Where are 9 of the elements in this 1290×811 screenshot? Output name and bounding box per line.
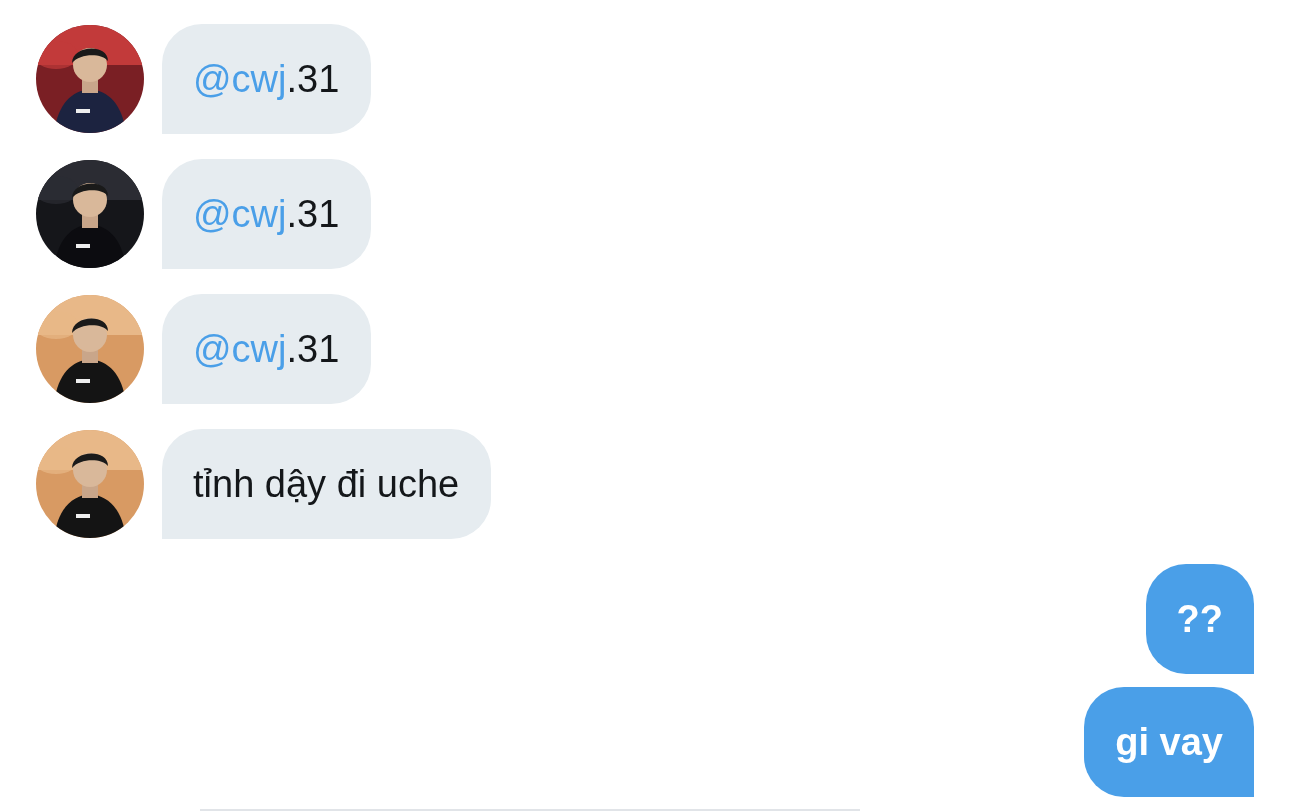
message-text: gi vay — [1115, 720, 1223, 764]
mention-link[interactable]: @cwj — [193, 192, 287, 235]
message-text: @cwj.31 — [193, 327, 340, 371]
mention-link[interactable]: @cwj — [193, 57, 287, 100]
message-text: tỉnh dậy đi uche — [193, 462, 460, 506]
message-text: @cwj.31 — [193, 57, 340, 101]
message-text: ?? — [1176, 597, 1223, 641]
mention-link[interactable]: @cwj — [193, 327, 287, 370]
message-text: @cwj.31 — [193, 192, 340, 236]
